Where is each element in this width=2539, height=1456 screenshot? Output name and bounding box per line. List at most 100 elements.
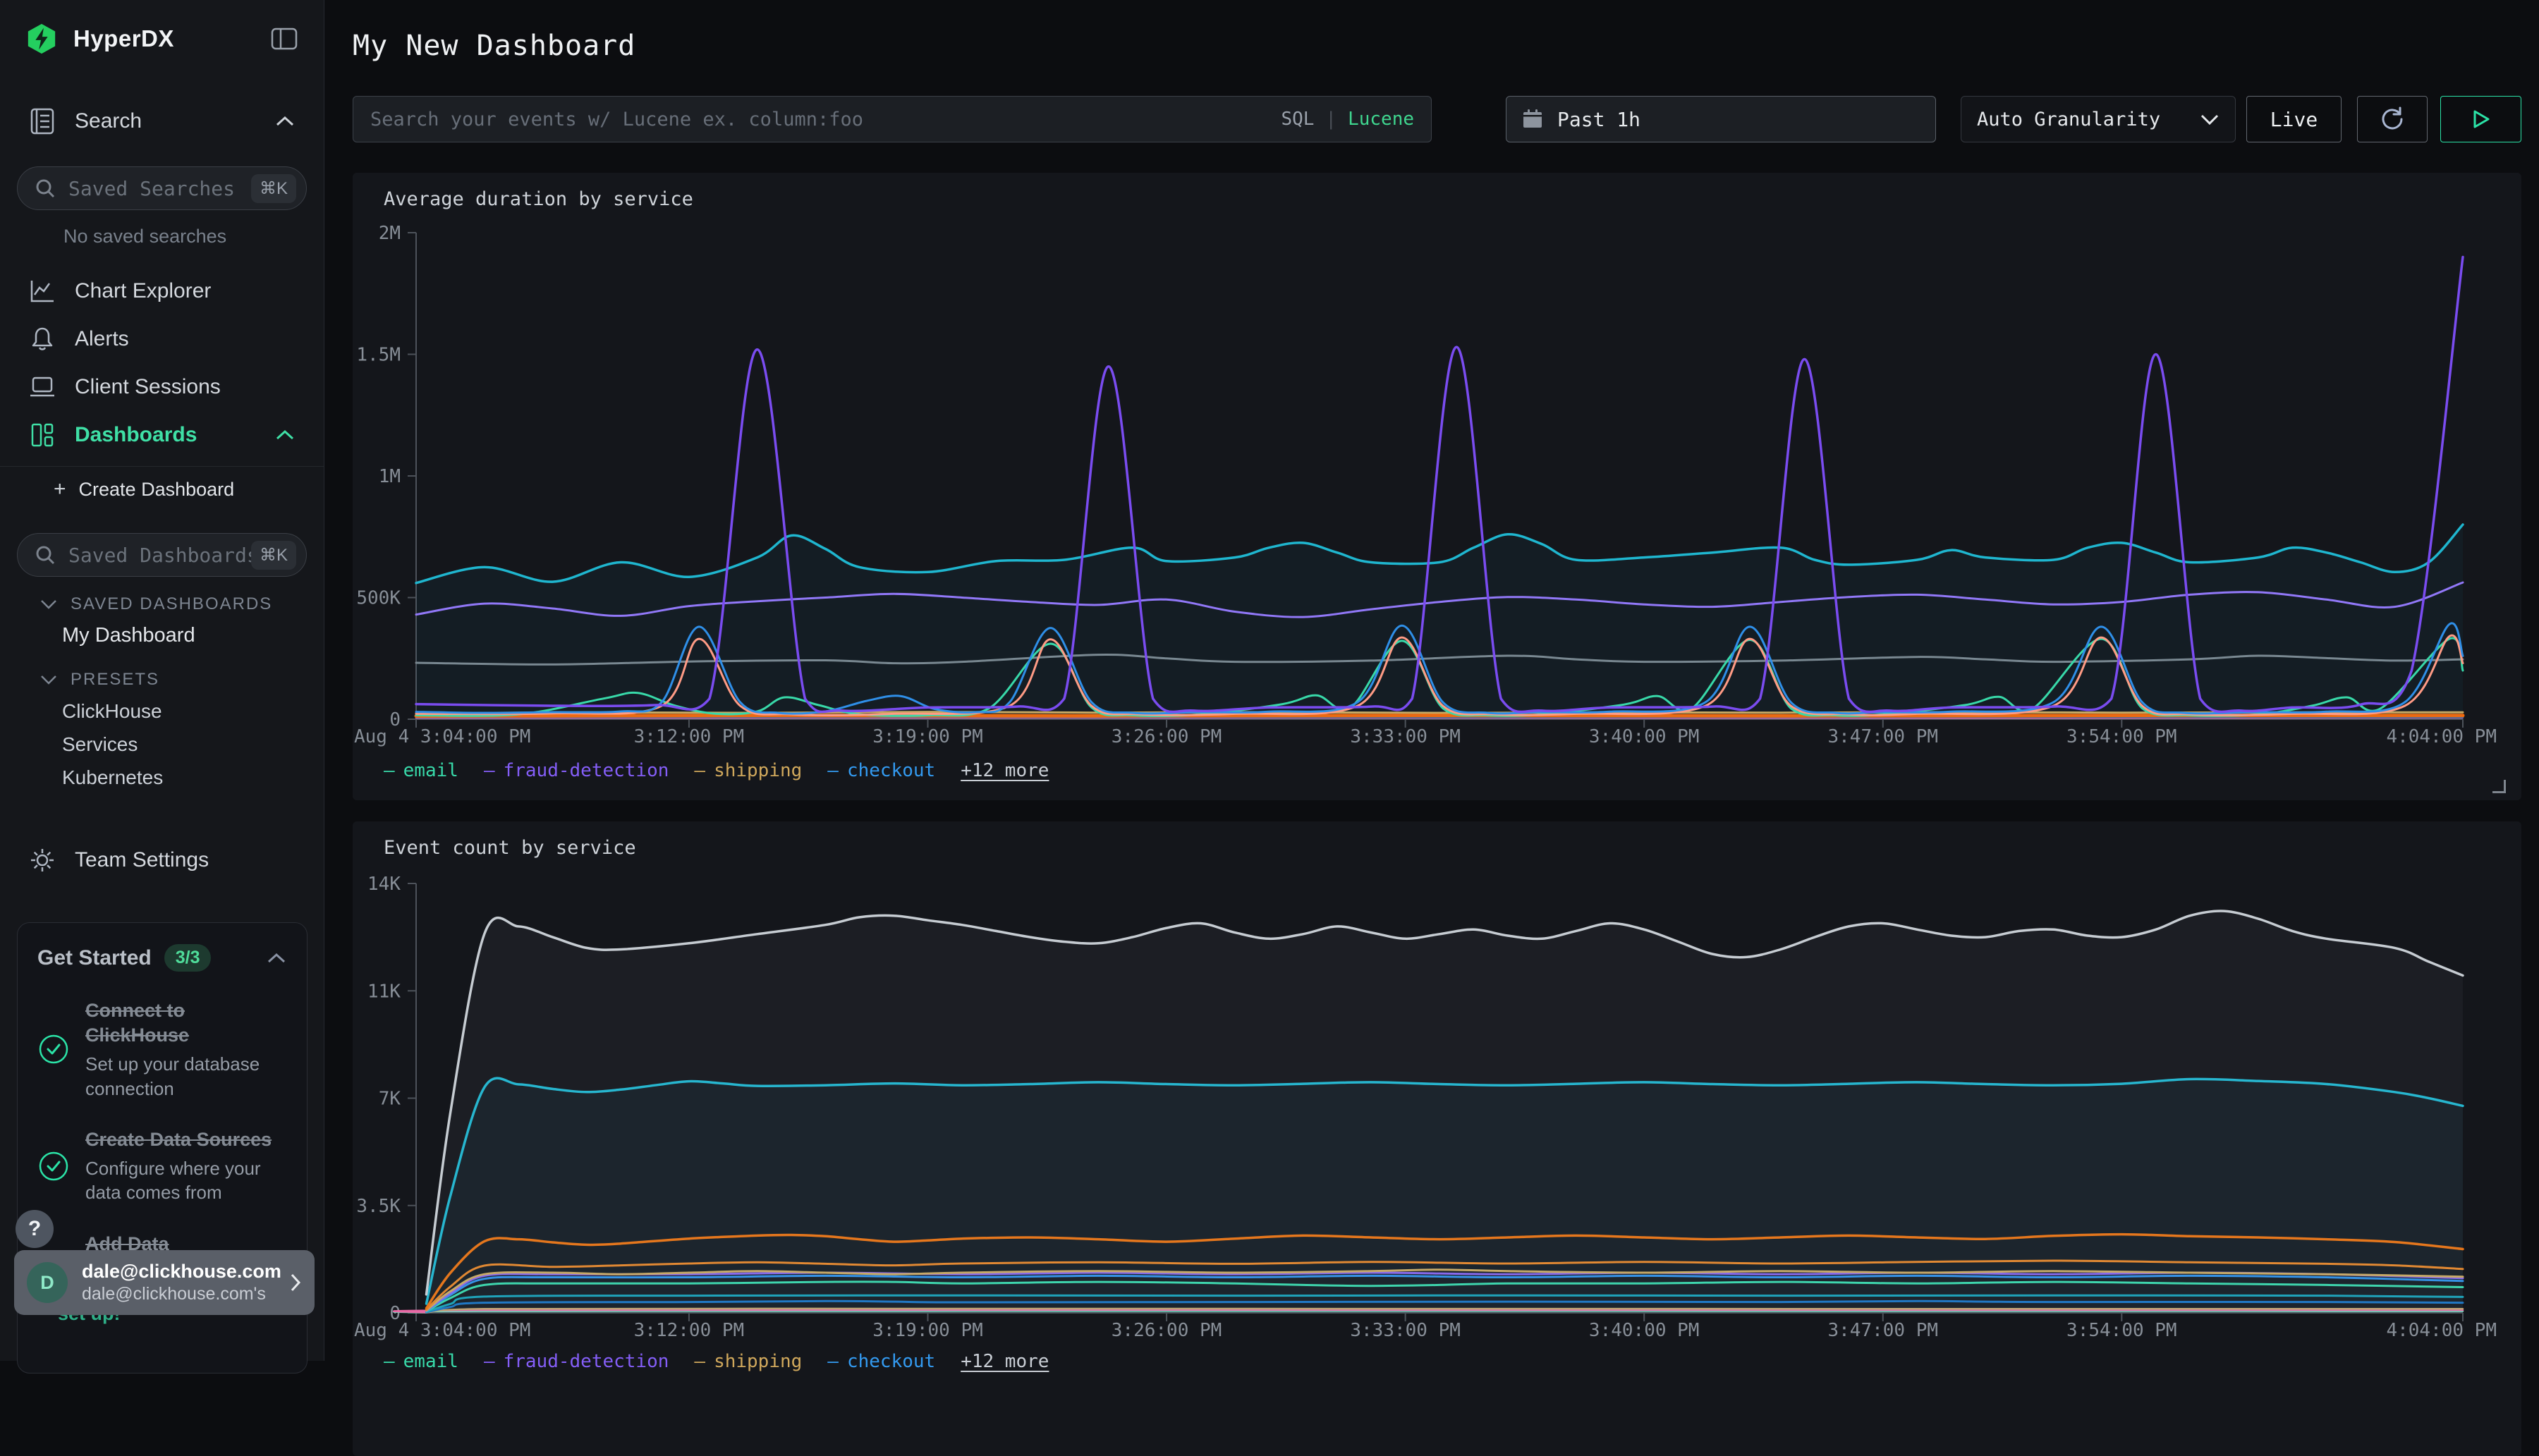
logo-row: HyperDX [0, 13, 324, 65]
legend-item-email[interactable]: —email [384, 1351, 458, 1372]
get-started-item-desc: Configure where your data comes from [85, 1156, 287, 1205]
sidebar-item-preset-services[interactable]: Services [0, 728, 324, 761]
user-team: dale@clickhouse.com's [82, 1284, 289, 1304]
dashboards-grid-icon [28, 422, 56, 448]
saved-dashboards-placeholder: Saved Dashboards [68, 544, 251, 567]
chevron-right-icon [289, 1272, 302, 1293]
bell-icon [28, 326, 56, 352]
get-started-title: Get Started [37, 946, 152, 970]
time-range-value: Past 1h [1557, 108, 1640, 131]
sidebar-item-chart-explorer[interactable]: Chart Explorer [0, 267, 324, 315]
svg-text:3:26:00 PM: 3:26:00 PM [1112, 1320, 1222, 1341]
chevron-up-icon [274, 429, 296, 441]
sidebar-item-label: Search [75, 109, 274, 133]
mode-divider: | [1325, 109, 1337, 130]
check-circle-icon [37, 998, 70, 1101]
svg-text:4:04:00 PM: 4:04:00 PM [2386, 1320, 2497, 1341]
svg-text:3:12:00 PM: 3:12:00 PM [634, 1320, 745, 1341]
legend-more-link[interactable]: +12 more [961, 760, 1049, 781]
sidebar-collapse-icon[interactable] [270, 26, 298, 51]
saved-searches-input[interactable]: Saved Searches ⌘K [17, 166, 307, 210]
svg-text:3:40:00 PM: 3:40:00 PM [1589, 726, 1700, 747]
svg-text:3:26:00 PM: 3:26:00 PM [1112, 726, 1222, 747]
get-started-item-connect[interactable]: Connect to ClickHouse Set up your databa… [37, 998, 287, 1101]
time-range-picker[interactable]: Past 1h [1506, 96, 1936, 142]
sidebar-item-search[interactable]: Search [0, 97, 324, 145]
saved-dashboards-input[interactable]: Saved Dashboards ⌘K [17, 533, 307, 577]
play-icon [2471, 109, 2491, 130]
legend-item-fraud-detection[interactable]: — fraud-detection [484, 760, 669, 781]
check-circle-icon [37, 1127, 70, 1205]
legend-swatch: — [484, 1351, 495, 1372]
sidebar: HyperDX Search Saved Searches ⌘K No save… [0, 0, 324, 1361]
presets-section-header[interactable]: PRESETS [0, 665, 324, 695]
svg-text:4:04:00 PM: 4:04:00 PM [2386, 726, 2497, 747]
lucene-mode-toggle[interactable]: Lucene [1348, 109, 1414, 130]
sidebar-item-dashboards[interactable]: Dashboards [0, 411, 324, 459]
legend-swatch: — [827, 1351, 839, 1372]
sidebar-item-alerts[interactable]: Alerts [0, 315, 324, 363]
avatar: D [27, 1262, 68, 1303]
legend-item-shipping[interactable]: —shipping [694, 760, 802, 781]
user-email: dale@clickhouse.com [82, 1261, 289, 1283]
saved-searches-placeholder: Saved Searches [68, 177, 251, 200]
granularity-value: Auto Granularity [1977, 109, 2200, 130]
hyperdx-dashboard-page: { "app": { "brand": "HyperDX", "page_tit… [0, 0, 2539, 1361]
legend-item-email[interactable]: —email [384, 760, 458, 781]
live-button[interactable]: Live [2246, 96, 2342, 142]
help-button[interactable]: ? [16, 1210, 54, 1248]
legend-more-link[interactable]: +12 more [961, 1351, 1049, 1372]
svg-text:3:19:00 PM: 3:19:00 PM [872, 1320, 983, 1341]
svg-text:3:33:00 PM: 3:33:00 PM [1350, 726, 1461, 747]
chevron-down-icon [2200, 114, 2220, 126]
hyperdx-logo-icon [25, 23, 58, 55]
search-icon [35, 544, 56, 565]
event-search-placeholder: Search your events w/ Lucene ex. column:… [370, 109, 1281, 130]
sidebar-item-preset-clickhouse[interactable]: ClickHouse [0, 695, 324, 728]
svg-text:1.5M: 1.5M [356, 345, 401, 366]
granularity-select[interactable]: Auto Granularity [1961, 96, 2236, 142]
chevron-down-icon [39, 599, 58, 610]
svg-text:3:47:00 PM: 3:47:00 PM [1827, 1320, 1938, 1341]
legend-item-checkout[interactable]: —checkout [827, 760, 935, 781]
sidebar-item-preset-kubernetes[interactable]: Kubernetes [0, 761, 324, 794]
saved-dashboards-section-header[interactable]: SAVED DASHBOARDS [0, 589, 324, 619]
sidebar-item-my-dashboard[interactable]: My Dashboard [0, 619, 324, 652]
svg-text:Aug 4 3:04:00 PM: Aug 4 3:04:00 PM [354, 726, 530, 747]
legend-swatch: — [484, 760, 495, 781]
search-journal-icon [28, 108, 56, 135]
sidebar-item-label: Team Settings [75, 848, 296, 872]
no-saved-searches-text: No saved searches [0, 226, 324, 247]
saved-searches-shortcut: ⌘K [251, 174, 296, 203]
legend-item-fraud-detection[interactable]: —fraud-detection [484, 1351, 669, 1372]
create-dashboard-label: Create Dashboard [79, 479, 235, 501]
legend-label: checkout [847, 760, 935, 781]
svg-text:11K: 11K [367, 981, 401, 1002]
svg-text:3.5K: 3.5K [356, 1196, 401, 1217]
get-started-item-datasources[interactable]: Create Data Sources Configure where your… [37, 1127, 287, 1205]
gear-icon [28, 848, 56, 873]
legend-label: shipping [714, 760, 802, 781]
refresh-button[interactable] [2357, 96, 2428, 142]
sidebar-item-label: Chart Explorer [75, 279, 296, 303]
saved-dashboards-shortcut: ⌘K [251, 541, 296, 570]
panel-resize-handle[interactable] [2492, 780, 2506, 793]
legend-item-checkout[interactable]: —checkout [827, 1351, 935, 1372]
chevron-up-icon [274, 115, 296, 128]
legend-label: fraud-detection [504, 760, 669, 781]
sql-mode-toggle[interactable]: SQL [1281, 109, 1314, 130]
chart-panel-avg-duration: Average duration by service 2M1.5M1M500K… [353, 173, 2521, 800]
sidebar-item-team-settings[interactable]: Team Settings [0, 836, 324, 884]
chevron-down-icon [39, 674, 58, 685]
run-query-button[interactable] [2440, 96, 2521, 142]
avg-duration-chart-canvas[interactable]: 2M1.5M1M500K0Aug 4 3:04:00 PM3:12:00 PM3… [353, 173, 2521, 758]
event-count-chart-canvas[interactable]: 14K11K7K3.5K0Aug 4 3:04:00 PM3:12:00 PM3… [353, 821, 2521, 1349]
chevron-up-icon[interactable] [266, 952, 287, 965]
sidebar-item-client-sessions[interactable]: Client Sessions [0, 363, 324, 411]
create-dashboard-button[interactable]: + Create Dashboard [0, 467, 324, 512]
legend-item-shipping[interactable]: —shipping [694, 1351, 802, 1372]
user-menu[interactable]: D dale@clickhouse.com dale@clickhouse.co… [14, 1250, 315, 1315]
svg-text:7K: 7K [379, 1089, 401, 1110]
svg-text:Aug 4 3:04:00 PM: Aug 4 3:04:00 PM [354, 1320, 530, 1341]
event-search-input[interactable]: Search your events w/ Lucene ex. column:… [353, 96, 1432, 142]
